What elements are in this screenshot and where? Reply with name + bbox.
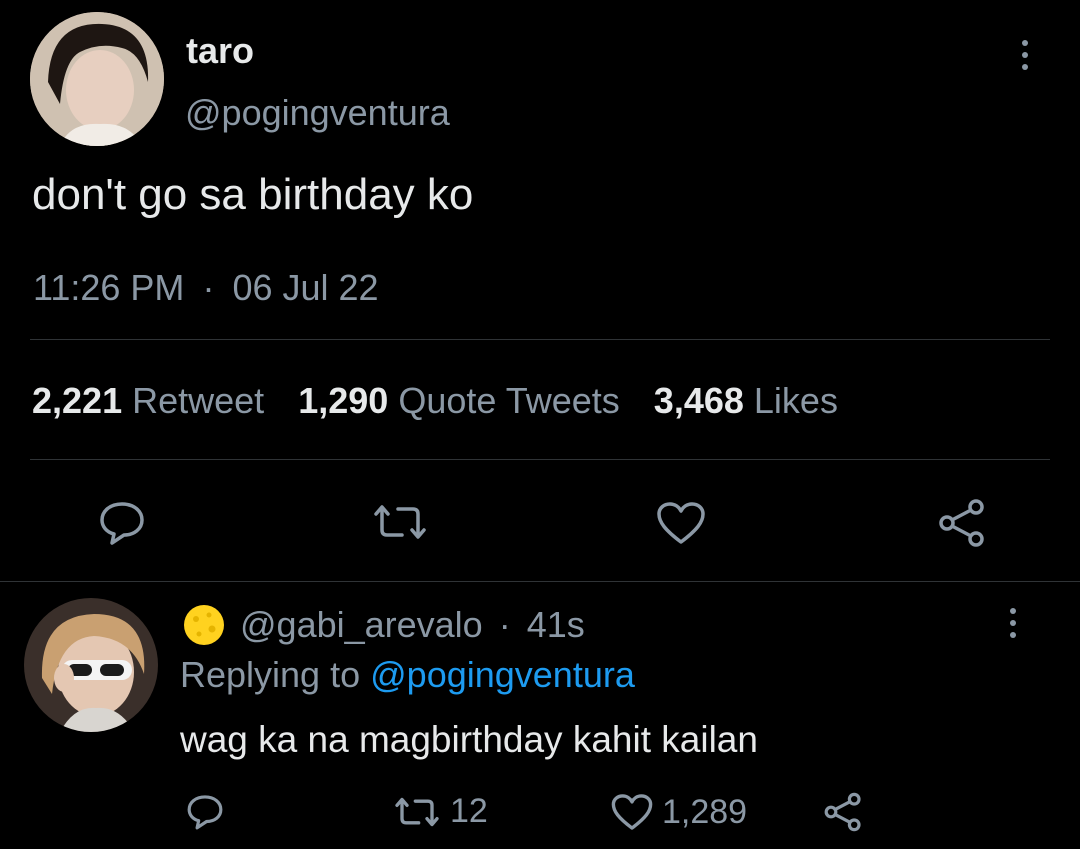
- likes-label: Likes: [753, 380, 838, 421]
- tweet-reply-divider: [0, 581, 1080, 582]
- reply-more-button[interactable]: [1007, 608, 1019, 638]
- reply-separator: ·: [498, 604, 511, 645]
- tweet-time: 11:26 PM: [33, 267, 185, 308]
- time-separator: ·: [202, 267, 215, 308]
- tweet-timestamp[interactable]: 11:26 PM · 06 Jul 22: [33, 267, 379, 309]
- more-options-icon: [1010, 608, 1016, 614]
- replying-to: Replying to @pogingventura: [180, 654, 635, 696]
- reply-avatar[interactable]: [24, 598, 158, 732]
- author-display-name[interactable]: taro: [186, 30, 254, 72]
- author-avatar[interactable]: [30, 12, 164, 146]
- share-icon: [824, 792, 861, 832]
- reply-retweet-button[interactable]: 12: [392, 792, 488, 831]
- author-handle[interactable]: @pogingventura: [185, 92, 450, 134]
- retweet-icon: [374, 505, 426, 539]
- retweet-label: Retweet: [132, 380, 265, 421]
- tweet-stats: 2,221 Retweet 1,290 Quote Tweets 3,468 L…: [32, 380, 838, 422]
- quote-count: 1,290: [298, 380, 389, 421]
- tweet-date: 06 Jul 22: [232, 267, 379, 308]
- author-avatar-image: [30, 12, 164, 146]
- reply-reply-button[interactable]: [186, 793, 224, 831]
- likes-count: 3,468: [653, 380, 744, 421]
- quote-stat[interactable]: 1,290 Quote Tweets: [298, 380, 630, 421]
- retweet-count: 2,221: [32, 380, 123, 421]
- share-icon: [939, 499, 984, 547]
- quote-label: Quote Tweets: [398, 380, 620, 421]
- reply-like-button[interactable]: 1,289: [610, 792, 747, 832]
- divider-top: [30, 339, 1050, 340]
- retweet-icon: [395, 797, 439, 826]
- reply-age: 41s: [526, 604, 585, 645]
- reply-handle[interactable]: @gabi_arevalo: [240, 604, 483, 645]
- reply-header: @gabi_arevalo · 41s: [240, 604, 585, 646]
- heart-icon: [657, 502, 705, 544]
- reply-icon: [100, 502, 144, 545]
- heart-icon: [611, 794, 653, 830]
- more-options-icon: [1022, 40, 1028, 46]
- replying-handle-link[interactable]: @pogingventura: [370, 654, 635, 695]
- likes-stat[interactable]: 3,468 Likes: [654, 380, 838, 421]
- like-button[interactable]: [655, 500, 707, 546]
- replying-label: Replying to: [180, 654, 361, 695]
- divider-bottom: [30, 459, 1050, 460]
- retweet-button[interactable]: [370, 502, 430, 542]
- retweet-stat[interactable]: 2,221 Retweet: [32, 380, 274, 421]
- tweet-more-button[interactable]: [1019, 40, 1031, 70]
- reply-retweet-count: 12: [450, 792, 488, 830]
- reply-text: wag ka na magbirthday kahit kailan: [180, 719, 758, 760]
- reply-avatar-image: [24, 598, 158, 732]
- reply-icon: [187, 795, 223, 830]
- tweet-text: don't go sa birthday ko: [32, 170, 474, 219]
- moon-emoji-icon: [182, 603, 226, 647]
- share-button[interactable]: [936, 498, 988, 548]
- reply-share-button[interactable]: [822, 792, 864, 832]
- reply-button[interactable]: [98, 500, 146, 546]
- reply-like-count: 1,289: [662, 792, 748, 831]
